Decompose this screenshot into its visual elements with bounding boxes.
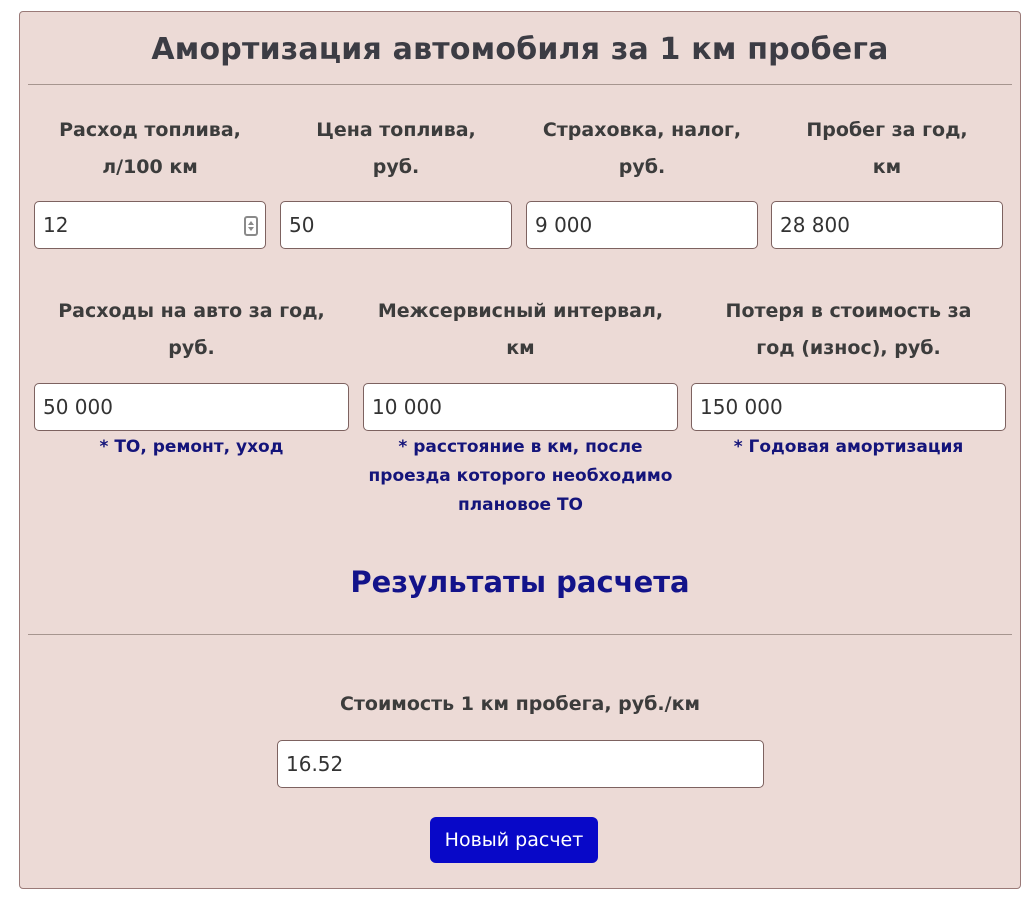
note-line: плановое ТО (457, 495, 584, 515)
annual-car-expenses-label-line2: руб. (168, 337, 215, 359)
results-divider (28, 634, 1012, 635)
cost-per-km-label: Стоимость 1 км пробега, руб./км (339, 693, 701, 715)
annual-car-expenses-label-line1: Расходы на авто за год, (58, 300, 325, 322)
fuel-price-label: Цена топлива, руб. (280, 112, 512, 186)
depreciation-label-line2: год (износ), руб. (756, 337, 941, 359)
annual-car-expenses-label: Расходы на авто за год, руб. (34, 293, 349, 367)
service-interval-label-line2: км (506, 337, 535, 359)
insurance-tax-value: 9 000 (535, 213, 593, 237)
annual-mileage-label: Пробег за год, км (771, 112, 1003, 186)
insurance-tax-label: Страховка, налог, руб. (526, 112, 758, 186)
cost-per-km-value: 16.52 (286, 752, 344, 776)
annual-mileage-label-line1: Пробег за год, (806, 119, 968, 141)
fuel-consumption-input[interactable]: 12 (34, 201, 266, 249)
fuel-price-label-line2: руб. (372, 156, 420, 178)
depreciation-note: * Годовая амортизация (691, 433, 1006, 462)
service-interval-value: 10 000 (372, 395, 442, 419)
service-interval-note: * расстояние в км, после проезда которог… (363, 433, 678, 520)
note-line: проезда которого необходимо (368, 466, 673, 486)
insurance-tax-input[interactable]: 9 000 (526, 201, 758, 249)
insurance-tax-label-line2: руб. (618, 156, 666, 178)
fuel-consumption-label-line1: Расход топлива, (59, 119, 241, 141)
service-interval-label: Межсервисный интервал, км (363, 293, 678, 367)
calculator-card: Амортизация автомобиля за 1 км пробега Р… (19, 11, 1021, 889)
annual-mileage-input[interactable]: 28 800 (771, 201, 1003, 249)
cost-per-km-output[interactable]: 16.52 (277, 740, 764, 788)
service-interval-input[interactable]: 10 000 (363, 383, 678, 431)
service-interval-label-line1: Межсервисный интервал, (377, 300, 664, 322)
page-title: Амортизация автомобиля за 1 км пробега (151, 32, 889, 67)
fuel-consumption-value: 12 (43, 213, 69, 237)
fuel-price-label-line1: Цена топлива, (316, 119, 476, 141)
annual-car-expenses-note: * ТО, ремонт, уход (34, 433, 349, 462)
fuel-price-value: 50 (289, 213, 315, 237)
depreciation-label: Потеря в стоимость за год (износ), руб. (691, 293, 1006, 367)
note-line: * Годовая амортизация (733, 437, 964, 457)
annual-car-expenses-value: 50 000 (43, 395, 113, 419)
fuel-price-input[interactable]: 50 (280, 201, 512, 249)
note-line: * ТО, ремонт, уход (99, 437, 284, 457)
depreciation-label-line1: Потеря в стоимость за (725, 300, 972, 322)
depreciation-value: 150 000 (700, 395, 783, 419)
annual-mileage-value: 28 800 (780, 213, 850, 237)
fuel-consumption-label: Расход топлива, л/100 км (34, 112, 266, 186)
note-line: * расстояние в км, после (398, 437, 643, 457)
annual-car-expenses-input[interactable]: 50 000 (34, 383, 349, 431)
insurance-tax-label-line1: Страховка, налог, (542, 119, 742, 141)
results-title: Результаты расчета (350, 565, 690, 599)
new-calculation-button[interactable]: Новый расчет (430, 817, 598, 863)
annual-mileage-label-line2: км (872, 156, 902, 178)
depreciation-input[interactable]: 150 000 (691, 383, 1006, 431)
title-divider (28, 84, 1012, 85)
fuel-consumption-label-line2: л/100 км (102, 156, 198, 178)
number-spinner-icon[interactable] (244, 216, 258, 236)
